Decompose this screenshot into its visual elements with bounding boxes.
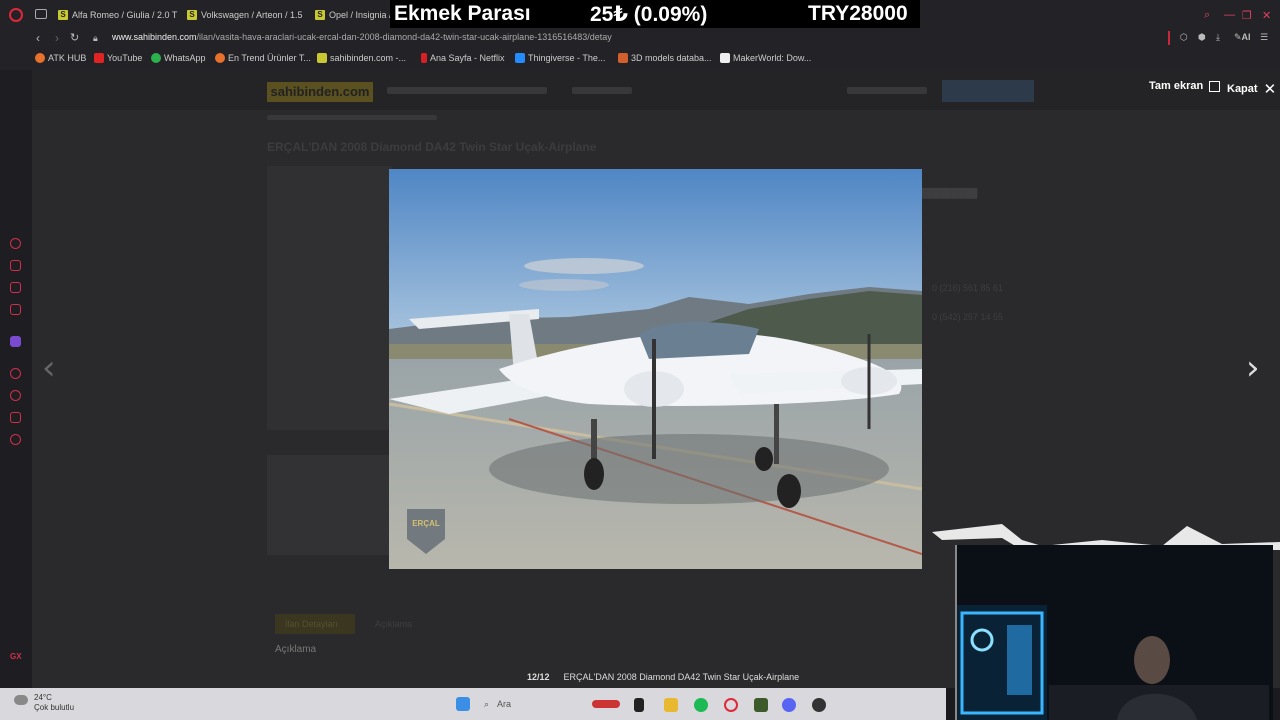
opera-sidebar: GX [0,70,32,688]
thumbnail-grid-dim [267,455,392,555]
restore-icon[interactable]: ❐ [1242,9,1252,22]
start-icon[interactable] [456,697,470,711]
price-ticker-overlay: Ekmek Parası 25₺ (0.09%) TRY28000 [390,0,920,28]
shopping-icon[interactable] [10,260,21,271]
screen: S Alfa Romeo / Giulia / 2.0 T S Volkswagen… [0,0,1280,720]
bookmark-youtube[interactable]: YouTube [94,53,142,63]
bookmarks-bar: ATK HUB YouTube WhatsApp En Trend Ürünle… [0,48,1280,70]
site-search-placeholder [387,87,547,94]
close-window-icon[interactable]: ✕ [1262,9,1271,22]
close-lightbox-button[interactable]: Kapat ✕ [1227,80,1276,98]
main-photo-dim [267,166,392,430]
weather-condition: Çok bulutlu [34,703,75,712]
seller-block-dim: █████████ [920,188,978,198]
weather-widget[interactable]: 24°C Çok bulutlu [34,693,74,713]
address-bar: ‹ › ↻ 🔒︎ www.sahibinden.com/ilan/vasita-… [0,30,1280,48]
post-listing-button[interactable] [942,80,1034,102]
site-header: sahibinden.com [32,70,1280,110]
opera-gx-icon[interactable] [724,698,738,712]
gx-corner-icon[interactable]: GX [10,652,22,661]
bookmark-netflix[interactable]: Ana Sayfa - Netflix [421,53,505,63]
app-icon[interactable] [812,698,826,712]
bookmark-whatsapp[interactable]: WhatsApp [151,53,206,63]
bookmark-atk-hub[interactable]: ATK HUB [35,53,86,63]
site-logo[interactable]: sahibinden.com [267,82,373,102]
twitch-app-icon[interactable] [10,336,21,347]
phone-2: 0 (542) 257 14 55 [932,312,1004,322]
url-field[interactable]: www.sahibinden.com/ilan/vasita-hava-arac… [112,32,612,42]
ticker-price: TRY28000 [808,2,908,25]
opera-menu-icon[interactable] [9,8,23,22]
file-explorer-icon[interactable] [664,698,678,712]
weather-icon[interactable] [14,695,28,705]
bookmark-makerworld[interactable]: MakerWorld: Dow... [720,53,811,63]
game-launcher-icon[interactable] [754,698,768,712]
aircraft-photo-drawing: ERÇAL [389,169,922,569]
detailed-search-placeholder [572,87,632,94]
search-highlight-icon[interactable] [592,700,620,708]
ticker-label: Ekmek Parası [394,2,531,25]
previous-image-arrow-icon[interactable]: ‹ [42,348,56,388]
listing-title: ERÇAL'DAN 2008 Diamond DA42 Twin Star Uç… [267,140,597,154]
minimize-icon[interactable]: — [1224,9,1235,21]
tab-alfa-romeo[interactable]: S Alfa Romeo / Giulia / 2.0 T [58,6,178,24]
bookmark-3d-models[interactable]: 3D models databa... [618,53,712,63]
image-caption-text: ERÇAL'DAN 2008 Diamond DA42 Twin Star Uç… [563,672,800,682]
twitch-icon[interactable] [10,282,21,293]
tab-opel[interactable]: S Opel / Insignia / [315,6,390,24]
workspaces-icon[interactable] [35,9,47,19]
aircraft-photo: ERÇAL [389,169,922,569]
aria-icon[interactable] [10,238,21,249]
ticker-change: 25₺ (0.09%) [590,3,708,26]
taskbar-search[interactable]: ⌕ Ara [484,695,584,713]
player-icon[interactable] [10,368,21,379]
extensions-sidebar-icon[interactable] [10,412,21,423]
image-counter: 12/12 [527,672,550,682]
wallet-icon[interactable]: ⬢ [1198,32,1206,43]
extensions-icon[interactable]: ⬡ [1180,32,1188,43]
windows-taskbar: 24°C Çok bulutlu ⌕ Ara [0,688,946,720]
easy-setup-icon[interactable]: ☰ [1260,32,1268,43]
bookmark-sahibinden[interactable]: sahibinden.com -... [317,53,406,63]
temperature: 24°C [34,693,52,702]
task-view-icon[interactable] [634,698,644,712]
image-caption: 12/12 ERÇAL'DAN 2008 Diamond DA42 Twin St… [527,672,799,682]
spotify-icon[interactable] [694,698,708,712]
settings-icon[interactable] [10,434,21,445]
lock-icon: 🔒︎ [93,33,98,43]
reload-icon[interactable]: ↻ [70,31,79,44]
discord-icon[interactable] [782,698,796,712]
search-tabs-icon[interactable]: ⌕ [1204,9,1210,22]
webcam-feed [955,545,1273,720]
login-placeholder [847,87,927,94]
fullscreen-icon [1209,80,1221,92]
download-icon[interactable]: ⤓ [1216,32,1220,43]
tab-listing-details-label: İlan Detayları [285,619,339,629]
back-icon[interactable]: ‹ [36,31,40,45]
next-image-arrow-icon[interactable]: › [1246,348,1260,388]
description-heading: Açıklama [275,644,317,655]
messenger-icon[interactable] [10,304,21,315]
forward-icon[interactable]: › [55,31,59,45]
breadcrumb [267,115,437,120]
svg-text:ERÇAL: ERÇAL [412,519,440,528]
aria-ai-icon[interactable]: ✎AI [1234,32,1251,43]
history-icon[interactable] [10,390,21,401]
address-divider [1168,31,1170,45]
webcam-drawing [957,545,1273,720]
tab-description[interactable]: Açıklama [375,619,412,629]
phone-1: 0 (216) 561 85 61 [932,283,1004,293]
bookmark-thingiverse[interactable]: Thingiverse - The... [515,53,605,63]
tab-volkswagen[interactable]: S Volkswagen / Arteon / 1.5 [187,6,305,24]
close-icon: ✕ [1263,81,1277,98]
fullscreen-button[interactable]: Tam ekran [1149,80,1221,92]
bookmark-en-trend[interactable]: En Trend Ürünler T... [215,53,311,63]
